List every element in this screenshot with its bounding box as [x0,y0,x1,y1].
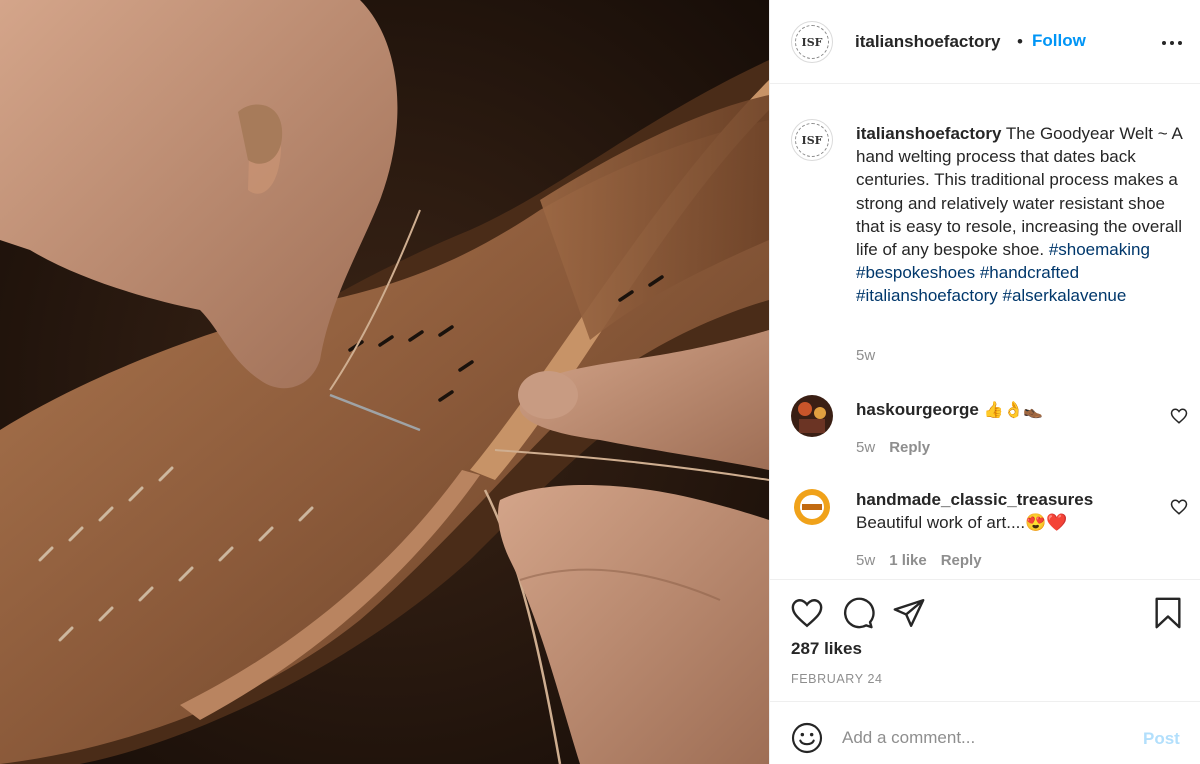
comment-body: Beautiful work of art....😍❤️ [856,513,1068,532]
comment-text: haskourgeorge 👍👌👞 [856,398,1156,421]
comment-text: handmade_classic_treasures Beautiful wor… [856,488,1156,534]
hashtag-link[interactable]: #shoemaking [1049,240,1150,259]
post-header: ISF italianshoefactory • Follow [770,0,1200,84]
comment-timestamp[interactable]: 5w [856,439,875,456]
shoe-welting-image [0,0,769,764]
post-photo[interactable] [0,0,769,764]
comment-like-icon[interactable] [1170,407,1188,425]
post-details-panel: ISF italianshoefactory • Follow ISF ital… [769,0,1200,764]
comment-icon[interactable] [841,596,875,630]
emoji-icon[interactable] [791,722,823,754]
comment-body: 👍👌👞 [983,400,1044,419]
hashtag-link[interactable]: #bespokeshoes [856,263,975,282]
commenter-username[interactable]: handmade_classic_treasures [856,488,1156,511]
commenter-username[interactable]: haskourgeorge [856,400,979,419]
comment-like-icon[interactable] [1170,498,1188,516]
account-avatar[interactable]: ISF [791,21,833,63]
follow-button[interactable]: Follow [1032,31,1086,51]
comment-input[interactable] [842,720,1132,756]
add-comment-bar: Post [770,701,1200,764]
comment-likes-count[interactable]: 1 like [889,552,927,569]
post-comment-button[interactable]: Post [1143,729,1180,749]
heart-icon[interactable] [790,596,824,630]
likes-count[interactable]: 287 likes [791,639,862,659]
avatar-monogram: ISF [795,25,829,59]
caption-timestamp[interactable]: 5w [856,347,875,364]
caption-avatar[interactable]: ISF [791,119,833,161]
commenter-avatar[interactable] [791,486,833,528]
hashtag-link[interactable]: #handcrafted [980,263,1079,282]
bookmark-icon[interactable] [1151,596,1185,630]
caption-username[interactable]: italianshoefactory [856,124,1002,143]
account-username[interactable]: italianshoefactory [855,32,1001,52]
instagram-post: ISF italianshoefactory • Follow ISF ital… [0,0,1200,764]
post-actions: 287 likes FEBRUARY 24 [770,579,1200,701]
avatar-monogram: ISF [795,123,829,157]
caption-text: italianshoefactory The Goodyear Welt ~ A… [856,122,1191,308]
separator-dot: • [1017,32,1023,51]
reply-button[interactable]: Reply [941,552,982,569]
paper-plane-icon[interactable] [892,596,926,630]
caption-body: The Goodyear Welt ~ A hand welting proce… [856,124,1183,260]
comments-section[interactable]: ISF italianshoefactory The Goodyear Welt… [770,85,1200,579]
post-date[interactable]: FEBRUARY 24 [791,672,883,686]
hashtag-link[interactable]: #alserkalavenue [1003,286,1127,305]
hashtag-link[interactable]: #italianshoefactory [856,286,998,305]
comment-meta: 5w 1 like Reply [856,552,982,569]
more-options-icon[interactable] [1160,30,1184,54]
comment-meta: 5w Reply [856,439,930,456]
comment-timestamp[interactable]: 5w [856,552,875,569]
reply-button[interactable]: Reply [889,439,930,456]
commenter-avatar[interactable] [791,395,833,437]
